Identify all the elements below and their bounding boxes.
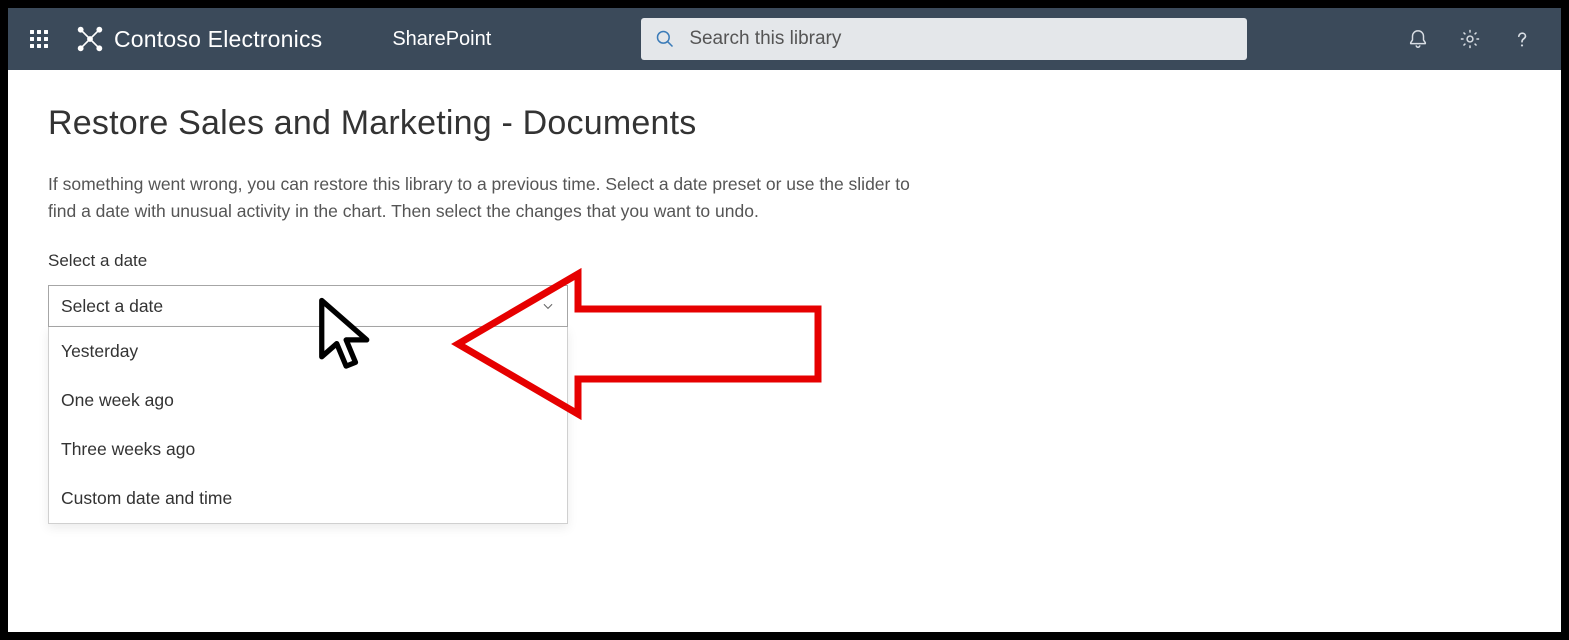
- suite-bar: Contoso Electronics SharePoint: [8, 8, 1561, 70]
- help-icon: [1511, 28, 1533, 50]
- main-content: Restore Sales and Marketing - Documents …: [8, 70, 1561, 361]
- contoso-logo-icon: [76, 25, 104, 53]
- settings-button[interactable]: [1445, 8, 1495, 70]
- date-field-label: Select a date: [48, 251, 1521, 271]
- search-input[interactable]: [689, 28, 1233, 50]
- search-wrap: [641, 18, 1247, 60]
- suite-right-actions: [1393, 8, 1561, 70]
- date-dropdown-selected: Select a date: [61, 296, 163, 317]
- date-dropdown-list: Yesterday One week ago Three weeks ago C…: [48, 327, 568, 524]
- page-title: Restore Sales and Marketing - Documents: [48, 104, 1521, 143]
- date-option-yesterday[interactable]: Yesterday: [49, 327, 567, 376]
- help-button[interactable]: [1497, 8, 1547, 70]
- date-option-one-week[interactable]: One week ago: [49, 376, 567, 425]
- date-option-three-weeks[interactable]: Three weeks ago: [49, 425, 567, 474]
- chevron-down-icon: [541, 299, 555, 313]
- bell-icon: [1407, 28, 1429, 50]
- search-box[interactable]: [641, 18, 1247, 60]
- site-name: Contoso Electronics: [114, 26, 322, 53]
- search-icon: [655, 29, 675, 49]
- date-dropdown: Select a date Yesterday One week ago Thr…: [48, 285, 568, 327]
- gear-icon: [1459, 28, 1481, 50]
- page-description: If something went wrong, you can restore…: [48, 171, 918, 225]
- date-option-custom[interactable]: Custom date and time: [49, 474, 567, 523]
- app-launcher-button[interactable]: [8, 8, 70, 70]
- site-logo[interactable]: Contoso Electronics: [76, 25, 322, 53]
- app-name[interactable]: SharePoint: [392, 28, 491, 51]
- date-dropdown-trigger[interactable]: Select a date: [48, 285, 568, 327]
- waffle-icon: [30, 30, 48, 48]
- notifications-button[interactable]: [1393, 8, 1443, 70]
